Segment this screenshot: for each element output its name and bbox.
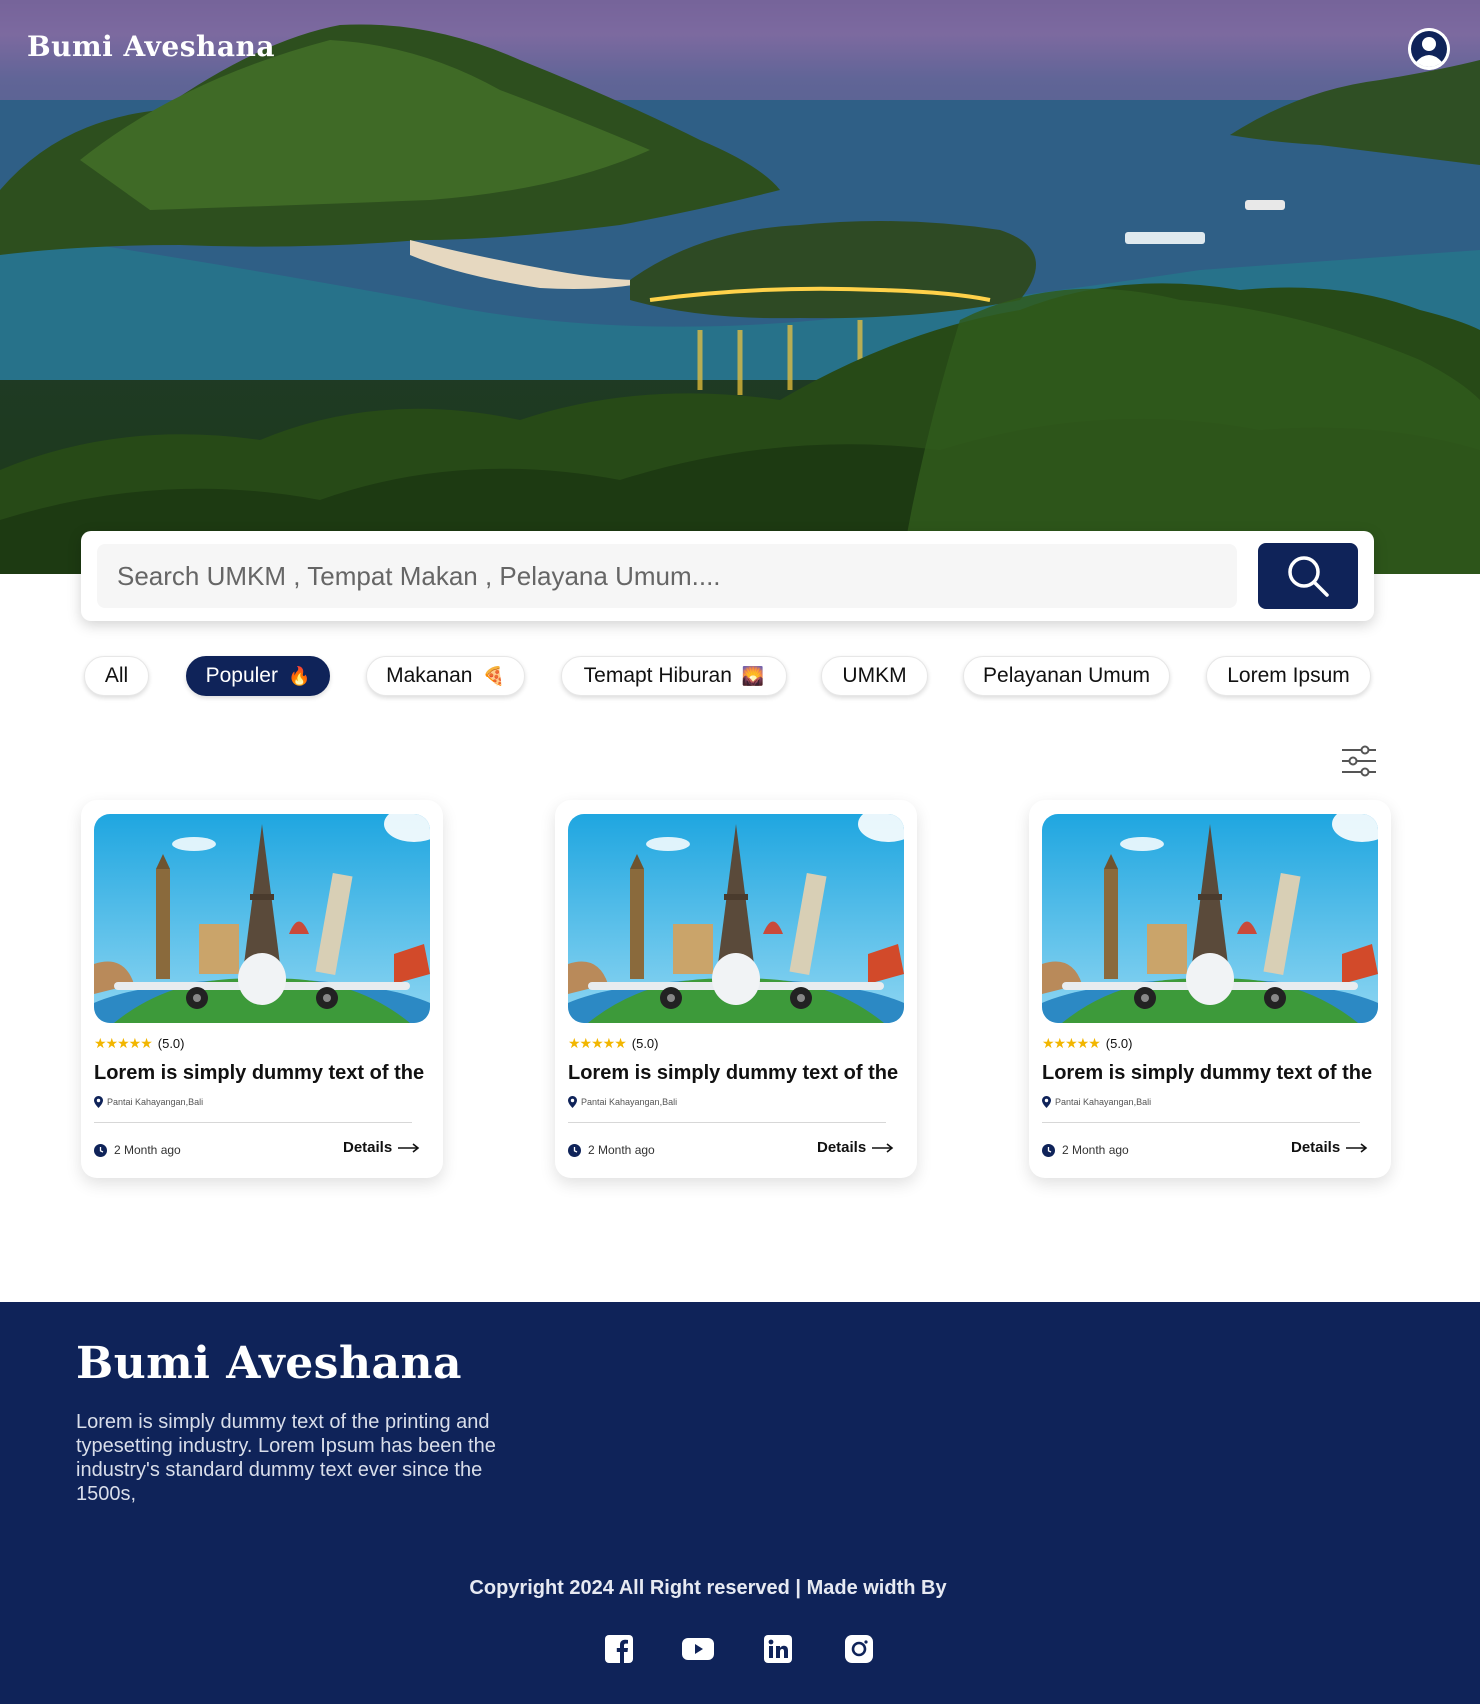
card-title: Lorem is simply dummy text of the (1042, 1062, 1373, 1084)
chip-umkm[interactable]: UMKM (821, 656, 928, 696)
sliders-icon (1342, 745, 1376, 777)
travel-landmarks-image (568, 814, 904, 1023)
chip-pelayanan-umum[interactable]: Pelayanan Umum (963, 656, 1170, 696)
rating-value: (5.0) (1105, 1035, 1133, 1051)
search-button[interactable] (1258, 543, 1358, 609)
location-text: Pantai Kahayangan,Bali (1055, 1097, 1152, 1107)
location-pin-icon (568, 1096, 577, 1108)
details-label: Details (343, 1139, 393, 1156)
chip-label: Makanan (386, 664, 473, 687)
brand-logo[interactable]: Bumi Aveshana (27, 30, 275, 63)
fire-icon: 🔥 (287, 665, 311, 686)
clock-icon (94, 1143, 107, 1157)
arrow-right-icon (872, 1142, 894, 1153)
location-pin-icon (94, 1096, 103, 1108)
youtube-link[interactable] (682, 1635, 714, 1663)
instagram-link[interactable] (845, 1635, 873, 1663)
travel-landmarks-image (94, 814, 430, 1023)
search-bar (81, 531, 1374, 621)
card-location: Pantai Kahayangan,Bali (94, 1096, 203, 1108)
hero-banner: Bumi Aveshana (0, 0, 1480, 574)
filter-button[interactable] (1341, 744, 1377, 778)
facebook-link[interactable] (605, 1635, 633, 1663)
location-text: Pantai Kahayangan,Bali (107, 1097, 204, 1107)
card-location: Pantai Kahayangan,Bali (1042, 1096, 1151, 1108)
chip-label: Lorem Ipsum (1227, 664, 1350, 687)
details-link[interactable]: Details (343, 1139, 420, 1156)
search-input[interactable] (97, 544, 1237, 608)
hero-landscape-image (0, 0, 1480, 574)
chip-temapt-hiburan[interactable]: Temapt Hiburan 🌄 (561, 656, 787, 696)
star-rating-icon: ★★★★★ (1042, 1034, 1101, 1051)
facebook-icon (605, 1635, 633, 1663)
chip-all[interactable]: All (84, 656, 149, 696)
card-image (1042, 814, 1378, 1023)
pizza-icon: 🍕 (482, 665, 505, 686)
rating: ★★★★★ (5.0) (94, 1034, 185, 1052)
chip-label: Temapt Hiburan (583, 664, 732, 687)
chip-lorem-ipsum[interactable]: Lorem Ipsum (1206, 656, 1371, 696)
profile-button[interactable] (1408, 28, 1450, 70)
rating: ★★★★★ (5.0) (568, 1034, 659, 1052)
chip-makanan[interactable]: Makanan 🍕 (366, 656, 525, 696)
arrow-right-icon (1346, 1142, 1368, 1153)
footer-brand: Bumi Aveshana (76, 1338, 462, 1389)
place-card[interactable]: ★★★★★ (5.0) Lorem is simply dummy text o… (555, 800, 917, 1178)
clock-icon (568, 1143, 581, 1157)
card-image (568, 814, 904, 1023)
card-divider (94, 1122, 412, 1123)
card-image (94, 814, 430, 1023)
chip-label: Pelayanan Umum (983, 664, 1150, 687)
sunrise-icon: 🌄 (741, 665, 765, 686)
place-card[interactable]: ★★★★★ (5.0) Lorem is simply dummy text o… (1029, 800, 1391, 1178)
place-card[interactable]: ★★★★★ (5.0) Lorem is simply dummy text o… (81, 800, 443, 1178)
star-rating-icon: ★★★★★ (568, 1034, 627, 1051)
travel-landmarks-image (1042, 814, 1378, 1023)
location-pin-icon (1042, 1096, 1051, 1108)
details-link[interactable]: Details (1291, 1139, 1368, 1156)
card-time: 2 Month ago (1042, 1143, 1129, 1157)
details-label: Details (1291, 1139, 1341, 1156)
linkedin-icon (764, 1635, 792, 1663)
instagram-icon (845, 1635, 873, 1663)
details-label: Details (817, 1139, 867, 1156)
card-title: Lorem is simply dummy text of the (94, 1062, 425, 1084)
chip-label: Populer (205, 664, 278, 687)
copyright-text: Copyright 2024 All Right reserved | Made… (469, 1577, 947, 1599)
card-divider (1042, 1122, 1360, 1123)
rating-value: (5.0) (631, 1035, 659, 1051)
user-avatar-icon (1408, 28, 1450, 70)
time-text: 2 Month ago (1062, 1143, 1129, 1157)
category-filter: All Populer 🔥 Makanan 🍕 Temapt Hiburan 🌄… (0, 656, 1480, 696)
clock-icon (1042, 1143, 1055, 1157)
footer-description: Lorem is simply dummy text of the printi… (76, 1411, 496, 1505)
location-text: Pantai Kahayangan,Bali (581, 1097, 678, 1107)
card-divider (568, 1122, 886, 1123)
chip-populer[interactable]: Populer 🔥 (186, 656, 330, 696)
rating: ★★★★★ (5.0) (1042, 1034, 1133, 1052)
time-text: 2 Month ago (114, 1143, 181, 1157)
card-time: 2 Month ago (94, 1143, 181, 1157)
footer: Bumi Aveshana Lorem is simply dummy text… (0, 1302, 1480, 1704)
time-text: 2 Month ago (588, 1143, 655, 1157)
chip-label: All (104, 664, 129, 687)
chip-label: UMKM (842, 664, 907, 687)
details-link[interactable]: Details (817, 1139, 894, 1156)
card-title: Lorem is simply dummy text of the (568, 1062, 899, 1084)
search-icon (1288, 556, 1329, 597)
linkedin-link[interactable] (764, 1635, 792, 1663)
card-time: 2 Month ago (568, 1143, 655, 1157)
arrow-right-icon (398, 1142, 420, 1153)
card-location: Pantai Kahayangan,Bali (568, 1096, 677, 1108)
rating-value: (5.0) (157, 1035, 185, 1051)
star-rating-icon: ★★★★★ (94, 1034, 153, 1051)
youtube-icon (682, 1638, 714, 1660)
